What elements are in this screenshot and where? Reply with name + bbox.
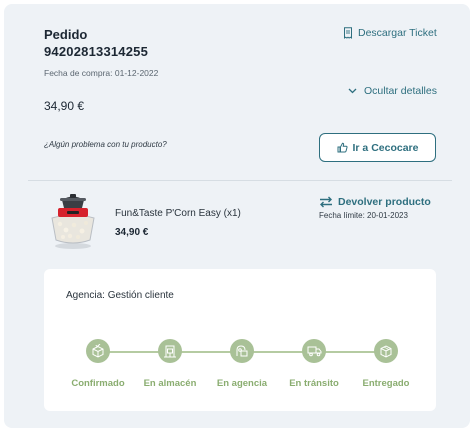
- box-check-icon: [92, 344, 104, 358]
- tracking-step-entregado: Entregado: [346, 339, 426, 389]
- product-price: 34,90 €: [115, 227, 149, 238]
- step-label: En almacén: [143, 378, 197, 389]
- truck-icon: [307, 346, 321, 357]
- hide-details-label: Ocultar detalles: [364, 85, 437, 97]
- divider: [28, 180, 452, 181]
- agency-label: Agencia: Gestión cliente: [66, 290, 174, 301]
- cecocare-button[interactable]: Ir a Cecocare: [319, 133, 436, 162]
- step-circle: [374, 339, 398, 363]
- receipt-icon: [344, 27, 352, 39]
- hide-details-toggle[interactable]: Ocultar detalles: [348, 85, 437, 97]
- step-circle: [302, 339, 326, 363]
- step-circle: [230, 339, 254, 363]
- thumbs-up-icon: [337, 142, 348, 153]
- tracking-step-confirmado: Confirmado: [58, 339, 138, 389]
- warehouse-icon: [164, 345, 176, 358]
- swap-arrows-icon: [320, 196, 332, 208]
- step-label: Confirmado: [71, 378, 125, 389]
- tracking-step-agencia: En agencia: [202, 339, 282, 389]
- return-product-link[interactable]: Devolver producto: [319, 196, 431, 208]
- order-number: 94202813314255: [44, 44, 149, 59]
- step-label: En agencia: [216, 378, 268, 389]
- tracking-panel: Agencia: Gestión cliente Confirmado En a…: [44, 269, 436, 411]
- order-title: Pedido: [44, 27, 88, 42]
- problem-question: ¿Algún problema con tu producto?: [44, 140, 167, 149]
- return-deadline: Fecha límite: 20-01-2023: [319, 211, 408, 220]
- return-product-label: Devolver producto: [338, 196, 431, 208]
- order-total: 34,90 €: [44, 99, 85, 113]
- step-label: Entregado: [362, 378, 410, 389]
- popcorn-maker-image: [51, 194, 95, 249]
- cecocare-label: Ir a Cecocare: [352, 141, 419, 154]
- order-card: Pedido 94202813314255 Fecha de compra: 0…: [4, 4, 470, 428]
- step-circle: [86, 339, 110, 363]
- chevron-down-icon: [348, 88, 357, 94]
- download-ticket-link[interactable]: Descargar Ticket: [343, 27, 437, 39]
- step-label: En tránsito: [289, 378, 339, 389]
- delivered-box-icon: [380, 345, 392, 358]
- tracking-step-transito: En tránsito: [274, 339, 354, 389]
- agency-icon: [236, 345, 248, 357]
- tracking-step-almacen: En almacén: [130, 339, 210, 389]
- product-name: Fun&Taste P'Corn Easy (x1): [115, 208, 241, 219]
- download-ticket-label: Descargar Ticket: [358, 27, 437, 39]
- step-circle: [158, 339, 182, 363]
- purchase-date: Fecha de compra: 01-12-2022: [44, 68, 159, 78]
